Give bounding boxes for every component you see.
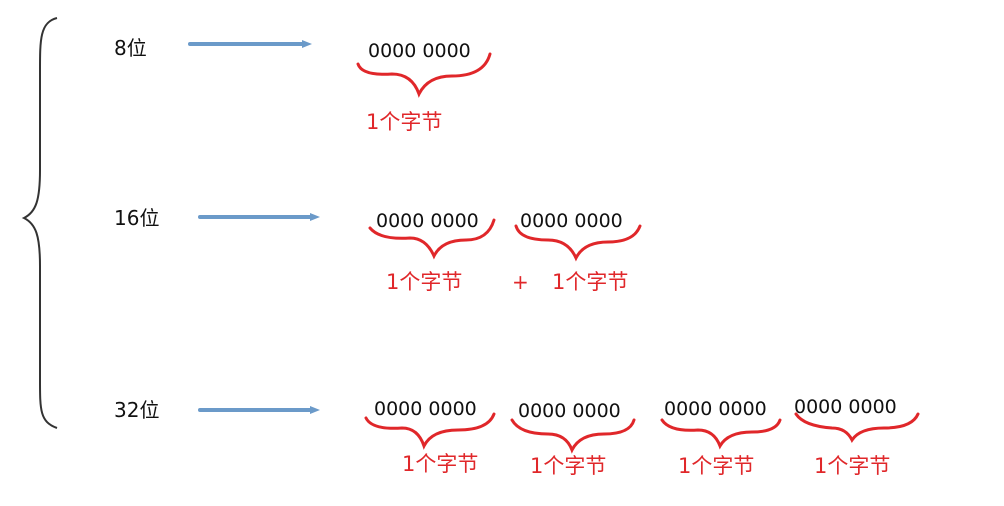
underbrace-32bit-3 [660, 418, 782, 450]
bits-8bit-1: 0000 0000 [368, 40, 471, 62]
bit-byte-diagram [21, 17, 920, 454]
arrow-8bit [188, 40, 312, 48]
bits-32bit-4: 0000 0000 [794, 396, 897, 418]
byte-label-16bit-1: 1个字节 [386, 270, 463, 294]
bits-32bit-1: 0000 0000 [374, 398, 477, 420]
bits-32bit-3: 0000 0000 [664, 398, 767, 420]
byte-label-32bit-1: 1个字节 [402, 452, 479, 476]
byte-label-8bit-1: 1个字节 [366, 110, 443, 134]
byte-label-32bit-3: 1个字节 [678, 454, 755, 478]
byte-label-32bit-4: 1个字节 [814, 454, 891, 478]
bits-32bit-2: 0000 0000 [518, 400, 621, 422]
row-label-32bit: 32位 [114, 398, 160, 422]
row-label-16bit: 16位 [114, 206, 160, 230]
bits-16bit-2: 0000 0000 [520, 210, 623, 232]
bits-16bit-1: 0000 0000 [376, 210, 479, 232]
arrow-16bit [198, 213, 320, 221]
byte-label-16bit-2: 1个字节 [552, 270, 629, 294]
arrow-32bit [198, 406, 320, 414]
underbrace-32bit-2 [510, 418, 636, 454]
row-label-8bit: 8位 [114, 36, 147, 60]
byte-label-32bit-2: 1个字节 [530, 454, 607, 478]
left-curly-brace [21, 17, 58, 429]
plus-sign: + [512, 270, 529, 294]
